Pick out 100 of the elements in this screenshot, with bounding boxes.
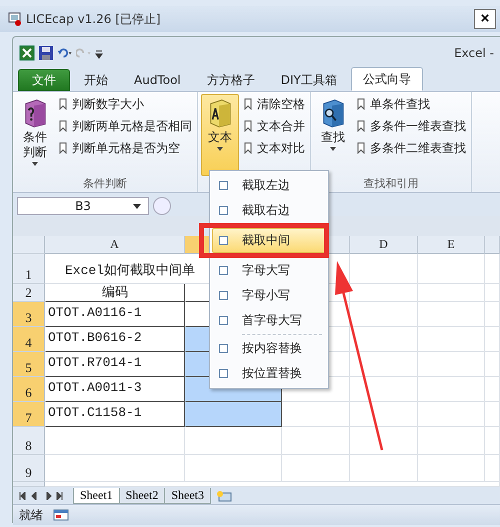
table-cell [485, 402, 500, 427]
table-cell [418, 455, 485, 482]
bookmark-icon [357, 142, 365, 154]
menu-item[interactable]: 首字母大写 [212, 308, 326, 333]
new-sheet-icon[interactable] [216, 490, 232, 502]
ribbon-button[interactable]: 文本合并 [242, 116, 307, 136]
row-header[interactable]: 1 [13, 254, 45, 284]
table-cell [282, 455, 350, 482]
table-cell [418, 402, 485, 427]
group-label: 条件判断 [82, 176, 128, 192]
sheet-nav-icon[interactable] [19, 492, 63, 500]
bookmark-icon [244, 98, 252, 110]
dropdown-icon[interactable] [133, 204, 141, 208]
menu-item[interactable]: 截取中间 [212, 228, 326, 253]
menu-item[interactable]: 截取左边 [212, 173, 326, 198]
ribbon-button[interactable]: 判断两单元格是否相同 [57, 116, 194, 136]
column-header[interactable]: D [350, 236, 418, 254]
status-text: 就绪 [19, 506, 43, 524]
bookmark-icon [59, 120, 67, 132]
table-cell [418, 302, 485, 327]
ribbon-button[interactable]: 清除空格 [242, 94, 307, 114]
table-cell [350, 427, 418, 455]
table-cell [485, 254, 500, 284]
checkbox-icon [219, 236, 228, 245]
table-cell: 编码 [45, 284, 185, 302]
row-header[interactable]: 6 [13, 377, 45, 402]
row-header[interactable]: 2 [13, 284, 45, 302]
table-cell [485, 302, 500, 327]
ribbon-tab[interactable]: 公式向导 [350, 67, 423, 91]
ribbon-button[interactable]: 判断数字大小 [57, 94, 194, 114]
ribbon-tab[interactable]: DIY工具箱 [268, 69, 349, 91]
checkbox-icon [219, 369, 228, 378]
ribbon-big-button[interactable]: 条件判断 [16, 94, 54, 176]
table-cell [418, 327, 485, 352]
save-icon[interactable] [38, 45, 54, 61]
window-title: LICEcap v1.26 [已停止] [26, 10, 162, 28]
table-cell [350, 302, 418, 327]
menu-item[interactable]: 截取右边 [212, 198, 326, 223]
bookmark-icon [357, 98, 365, 110]
table-cell [418, 254, 485, 284]
row-header[interactable]: 5 [13, 352, 45, 377]
menu-item[interactable]: 按位置替换 [212, 361, 326, 386]
ribbon-button[interactable]: 单条件查找 [355, 94, 468, 114]
bookmark-icon [244, 142, 252, 154]
table-cell [350, 352, 418, 377]
table-cell [418, 352, 485, 377]
table-cell [485, 352, 500, 377]
table-cell [485, 377, 500, 402]
menu-item[interactable]: 按内容替换 [212, 336, 326, 361]
caret-icon [330, 147, 336, 151]
macro-record-icon[interactable] [53, 509, 69, 521]
row-header[interactable]: 7 [13, 402, 45, 427]
table-cell [282, 402, 350, 427]
close-button[interactable]: × [474, 9, 496, 29]
bookmark-icon [59, 142, 67, 154]
table-cell [418, 377, 485, 402]
ribbon-tab[interactable]: 方方格子 [194, 69, 267, 91]
checkbox-icon [219, 266, 228, 275]
caret-icon [32, 162, 38, 166]
app-label: Excel - [454, 46, 494, 60]
column-header[interactable]: E [418, 236, 485, 254]
formula-handle[interactable] [153, 197, 171, 215]
table-cell [485, 327, 500, 352]
table-cell [350, 455, 418, 482]
ribbon-big-button[interactable]: 文本 [201, 94, 239, 176]
sheet-tab[interactable]: Sheet3 [164, 488, 212, 504]
ribbon-tab[interactable]: 开始 [72, 69, 120, 91]
checkbox-icon [219, 206, 228, 215]
row-header[interactable]: 3 [13, 302, 45, 327]
ribbon-button[interactable]: 多条件二维表查找 [355, 138, 468, 158]
excel-icon[interactable] [19, 45, 35, 61]
checkbox-icon [219, 291, 228, 300]
name-box[interactable]: B3 [17, 197, 149, 215]
caret-icon [217, 147, 223, 151]
table-cell [418, 427, 485, 455]
table-cell: OTOT.A0116-1 [45, 302, 185, 327]
column-header[interactable]: A [45, 236, 185, 254]
ribbon-tab[interactable]: 文件 [18, 69, 70, 91]
group-label: 查找和引用 [362, 176, 420, 192]
checkbox-icon [219, 316, 228, 325]
ribbon-button[interactable]: 判断单元格是否为空 [57, 138, 194, 158]
row-header[interactable]: 8 [13, 427, 45, 455]
sheet-tab[interactable]: Sheet2 [118, 488, 166, 504]
bookmark-icon [59, 98, 67, 110]
table-cell [485, 455, 500, 482]
row-header[interactable]: 9 [13, 455, 45, 482]
table-cell [282, 427, 350, 455]
sheet-tab[interactable]: Sheet1 [73, 488, 120, 504]
ribbon-button[interactable]: 多条件一维表查找 [355, 116, 468, 136]
bookmark-icon [357, 120, 365, 132]
ribbon-tab[interactable]: AudTool [122, 69, 193, 91]
row-header[interactable]: 4 [13, 327, 45, 352]
menu-item[interactable]: 字母小写 [212, 283, 326, 308]
bookmark-icon [244, 120, 252, 132]
table-cell [350, 327, 418, 352]
table-cell [350, 402, 418, 427]
ribbon-button[interactable]: 文本对比 [242, 138, 307, 158]
checkbox-icon [219, 344, 228, 353]
table-cell [418, 284, 485, 302]
table-cell [350, 254, 418, 284]
